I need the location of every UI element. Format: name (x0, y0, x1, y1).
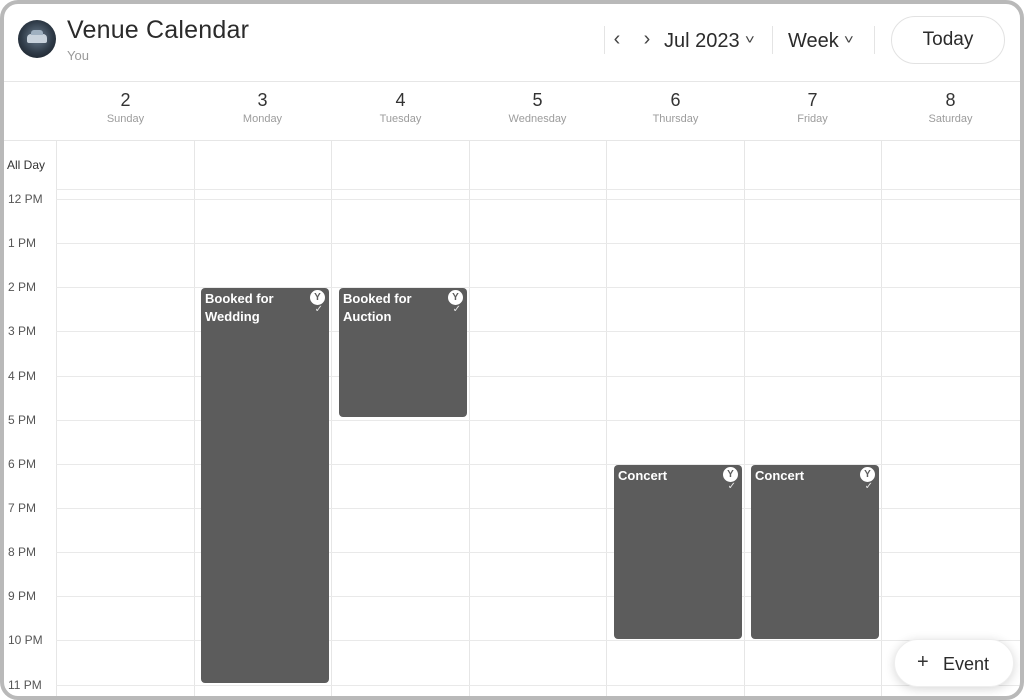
day-header-friday[interactable]: 7 Friday (744, 84, 881, 140)
day-header-saturday[interactable]: 8 Saturday (882, 84, 1019, 140)
hour-label: 1 PM (8, 236, 37, 250)
plus-icon: + (917, 651, 929, 673)
calendar-header: Venue Calendar You ‹ › Jul 2023 ˅ Week ˅ T… (4, 4, 1020, 82)
divider (874, 26, 875, 54)
hour-label: 3 PM (8, 324, 37, 338)
day-header-sunday[interactable]: 2 Sunday (57, 84, 194, 140)
calendar-owner: You (67, 48, 89, 63)
divider (772, 26, 773, 54)
user-badge: Y (723, 467, 738, 482)
event-title: Concert (755, 468, 805, 483)
divider (604, 26, 605, 54)
day-number: 7 (807, 90, 818, 110)
view-label: Week (788, 30, 839, 52)
car-icon (27, 30, 47, 43)
hour-line (56, 287, 1020, 288)
month-label: Jul 2023 (664, 30, 740, 52)
check-icon: ✓ (864, 481, 873, 492)
event-booked-for-wedding[interactable]: Booked for Wedding Y ✓ (201, 288, 329, 683)
day-number: 3 (257, 90, 268, 110)
calendar-title: Venue Calendar (67, 16, 250, 44)
day-name: Thursday (652, 113, 699, 125)
check-icon: ✓ (314, 304, 323, 315)
month-selector[interactable]: Jul 2023 ˅ (664, 30, 755, 53)
day-number: 6 (670, 90, 681, 110)
event-title: Booked for Auction (343, 291, 412, 324)
today-button[interactable]: Today (891, 16, 1005, 64)
day-header-wednesday[interactable]: 5 Wednesday (469, 84, 606, 140)
event-concert-friday[interactable]: Concert Y ✓ (751, 465, 879, 639)
day-number: 4 (395, 90, 406, 110)
day-name: Monday (242, 113, 283, 125)
event-concert-thursday[interactable]: Concert Y ✓ (614, 465, 742, 639)
day-number: 2 (120, 90, 131, 110)
hour-label: 5 PM (8, 413, 37, 427)
user-badge: Y (310, 290, 325, 305)
event-title: Booked for Wedding (205, 291, 274, 324)
hour-label: 4 PM (8, 369, 37, 383)
hour-label: 11 PM (8, 678, 42, 692)
chevron-down-icon: ˅ (744, 32, 755, 47)
day-number: 5 (532, 90, 543, 110)
day-name: Tuesday (379, 113, 422, 125)
avatar[interactable] (18, 20, 56, 58)
header-divider (4, 140, 1020, 141)
hour-label: 12 PM (8, 192, 43, 206)
view-selector[interactable]: Week ˅ (788, 30, 854, 53)
day-name: Saturday (928, 113, 973, 125)
check-icon: ✓ (727, 481, 736, 492)
add-event-button[interactable]: + Event (894, 639, 1014, 687)
chevron-down-icon: ˅ (843, 32, 854, 47)
next-week-button[interactable]: › (636, 28, 658, 52)
hour-line (56, 199, 1020, 200)
prev-week-button[interactable]: ‹ (606, 28, 628, 52)
check-icon: ✓ (452, 304, 461, 315)
hour-label: 8 PM (8, 545, 37, 559)
all-day-divider (56, 189, 1020, 190)
user-badge: Y (448, 290, 463, 305)
all-day-label: All Day (7, 158, 46, 172)
day-number: 8 (945, 90, 956, 110)
hour-label: 9 PM (8, 589, 37, 603)
hour-line (56, 243, 1020, 244)
day-header-monday[interactable]: 3 Monday (194, 84, 331, 140)
day-name: Friday (797, 113, 828, 125)
hour-label: 7 PM (8, 501, 37, 515)
event-title: Concert (618, 468, 668, 483)
hour-line (56, 685, 1020, 686)
add-event-label: Event (943, 654, 990, 674)
day-name: Wednesday (508, 113, 567, 125)
hour-label: 2 PM (8, 280, 37, 294)
day-header-tuesday[interactable]: 4 Tuesday (332, 84, 469, 140)
hour-label: 10 PM (8, 633, 43, 647)
hour-label: 6 PM (8, 457, 37, 471)
event-booked-for-auction[interactable]: Booked for Auction Y ✓ (339, 288, 467, 417)
calendar-window: Venue Calendar You ‹ › Jul 2023 ˅ Week ˅ T… (0, 0, 1024, 700)
user-badge: Y (860, 467, 875, 482)
day-header-thursday[interactable]: 6 Thursday (607, 84, 744, 140)
day-name: Sunday (106, 113, 145, 125)
